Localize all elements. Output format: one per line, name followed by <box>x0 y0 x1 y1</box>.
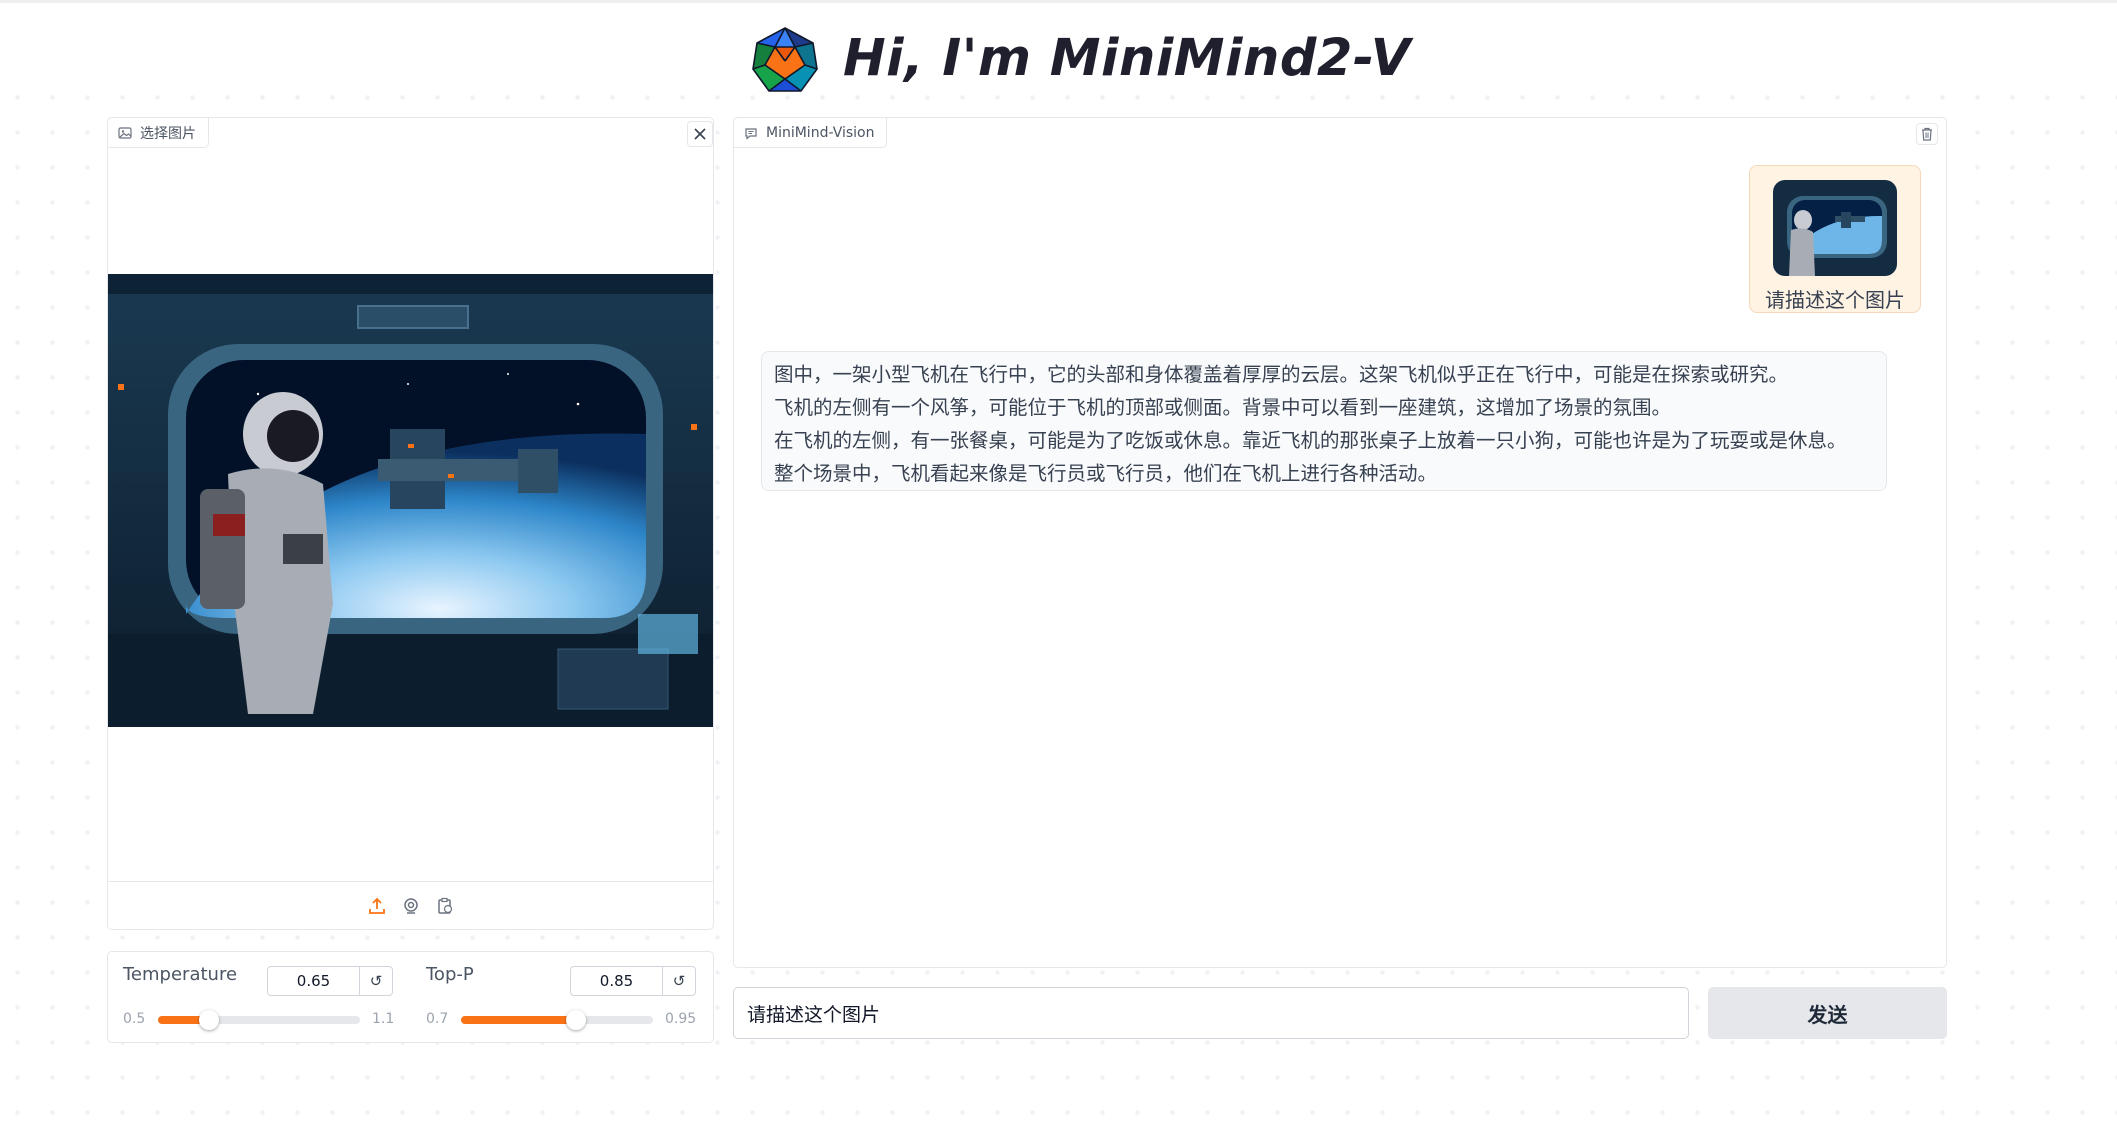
user-message: 请描述这个图片 <box>1749 165 1921 313</box>
bot-message: 图中，一架小型飞机在飞行中，它的头部和身体覆盖着厚厚的云层。这架飞机似乎正在飞行… <box>761 351 1887 491</box>
trash-icon <box>1922 127 1932 141</box>
temperature-slider[interactable] <box>158 1010 360 1030</box>
bot-message-line: 在飞机的左侧，有一张餐桌，可能是为了吃饭或休息。靠近飞机的那张桌子上放着一只小狗… <box>774 429 1847 452</box>
send-button[interactable]: 发送 <box>1708 987 1947 1039</box>
bot-message-line: 飞机的左侧有一个风筝，可能位于飞机的顶部或侧面。背景中可以看到一座建筑，这增加了… <box>774 396 1672 419</box>
message-input[interactable] <box>733 987 1689 1039</box>
reset-icon: ↺ <box>672 972 686 990</box>
minimind-logo-icon <box>752 27 818 92</box>
image-source-toolbar <box>108 881 713 930</box>
page-title: Hi, I'm MiniMind2-V <box>843 29 1411 88</box>
temperature-slider-handle[interactable] <box>198 1010 219 1030</box>
clear-chat-button[interactable] <box>1916 123 1938 145</box>
reset-icon: ↺ <box>369 972 383 990</box>
temperature-label: Temperature <box>123 964 238 985</box>
top-p-max: 0.95 <box>665 1011 697 1027</box>
temperature-min: 0.5 <box>123 1011 146 1027</box>
space-station-image <box>108 274 713 727</box>
header: Hi, I'm MiniMind2-V <box>0 0 2117 112</box>
top-p-slider-fill <box>461 1016 577 1024</box>
top-p-min: 0.7 <box>426 1011 449 1027</box>
top-p-slider-handle[interactable] <box>566 1010 587 1030</box>
image-icon <box>118 126 132 139</box>
top-p-slider[interactable] <box>461 1010 653 1030</box>
top-p-label: Top-P <box>426 964 474 985</box>
image-panel-label: 选择图片 <box>108 118 209 148</box>
image-panel-label-text: 选择图片 <box>140 125 196 142</box>
clear-image-button[interactable] <box>687 121 713 147</box>
user-message-image[interactable] <box>1773 180 1897 276</box>
temperature-value-input[interactable]: 0.65 <box>267 966 360 996</box>
close-icon <box>694 128 706 140</box>
top-p-reset-button[interactable]: ↺ <box>662 966 696 996</box>
upload-icon[interactable] <box>367 896 387 916</box>
top-p-control: Top-P 0.85 ↺ 0.7 0.95 <box>411 952 714 1044</box>
uploaded-image-preview <box>108 274 713 727</box>
paste-clipboard-icon[interactable] <box>435 896 455 916</box>
bot-message-line: 整个场景中，飞机看起来像是飞行员或飞行员，他们在飞机上进行各种活动。 <box>774 462 1438 485</box>
top-p-value-input[interactable]: 0.85 <box>570 966 663 996</box>
generation-settings-panel: Temperature 0.65 ↺ 0.5 1.1 Top-P 0.85 ↺ … <box>107 951 714 1043</box>
chatbot-label-text: MiniMind-Vision <box>766 124 875 141</box>
chat-icon <box>745 127 757 140</box>
chatbot-label: MiniMind-Vision <box>734 118 888 148</box>
temperature-reset-button[interactable]: ↺ <box>359 966 393 996</box>
temperature-control: Temperature 0.65 ↺ 0.5 1.1 <box>108 952 411 1044</box>
webcam-icon[interactable] <box>401 896 421 916</box>
space-station-thumbnail <box>1773 180 1897 276</box>
image-upload-panel[interactable]: 选择图片 <box>107 117 714 930</box>
user-message-text: 请描述这个图片 <box>1765 288 1905 312</box>
chatbot-panel: MiniMind-Vision 请描述这个图片 图中，一架小型飞机在飞行中，它的… <box>733 117 1947 968</box>
bot-message-line: 图中，一架小型飞机在飞行中，它的头部和身体覆盖着厚厚的云层。这架飞机似乎正在飞行… <box>774 363 1789 386</box>
temperature-max: 1.1 <box>372 1011 395 1027</box>
